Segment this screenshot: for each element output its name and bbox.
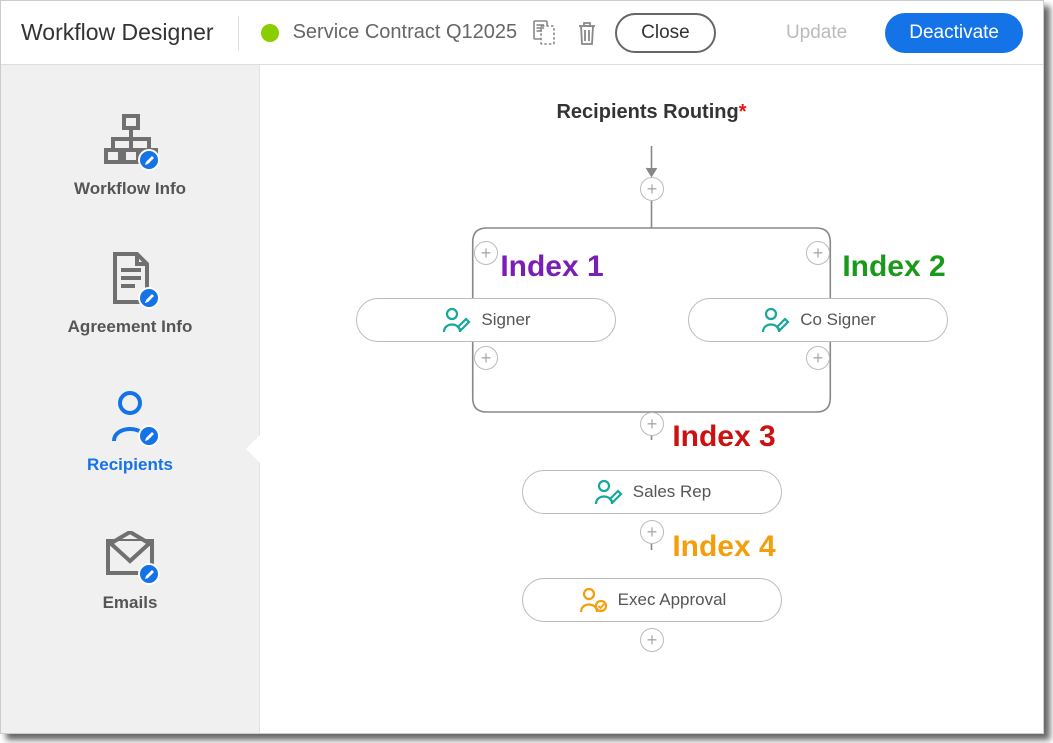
status-indicator-icon xyxy=(261,24,279,42)
recipient-node-salesrep[interactable]: Sales Rep xyxy=(522,470,782,514)
signer-icon xyxy=(593,479,623,505)
workflow-name: Service Contract Q12025 xyxy=(293,21,518,44)
canvas-title: Recipients Routing* xyxy=(260,101,1043,124)
trash-icon[interactable] xyxy=(573,18,601,48)
sidebar-item-label: Agreement Info xyxy=(68,317,193,337)
clone-icon[interactable] xyxy=(531,18,559,48)
recipient-node-signer[interactable]: Signer xyxy=(356,298,616,342)
add-node-button[interactable]: + xyxy=(640,412,664,436)
signer-icon xyxy=(760,307,790,333)
divider xyxy=(238,16,239,50)
index-label-2: Index 2 xyxy=(842,250,945,284)
add-node-button[interactable]: + xyxy=(640,628,664,652)
add-node-button[interactable]: + xyxy=(474,346,498,370)
required-marker: * xyxy=(739,101,747,123)
sidebar-item-workflow-info[interactable]: Workflow Info xyxy=(1,85,259,223)
index-label-3: Index 3 xyxy=(672,420,775,454)
recipient-node-exec[interactable]: Exec Approval xyxy=(522,578,782,622)
node-label: Sales Rep xyxy=(633,482,711,502)
add-node-button[interactable]: + xyxy=(474,241,498,265)
sidebar-item-label: Emails xyxy=(103,593,158,613)
add-node-button[interactable]: + xyxy=(806,346,830,370)
node-label: Exec Approval xyxy=(618,590,727,610)
edit-badge-icon xyxy=(138,425,160,447)
approver-icon xyxy=(578,587,608,613)
node-label: Co Signer xyxy=(800,310,876,330)
edit-badge-icon xyxy=(138,287,160,309)
sidebar: Workflow Info xyxy=(1,65,260,733)
sidebar-item-agreement-info[interactable]: Agreement Info xyxy=(1,223,259,361)
index-label-4: Index 4 xyxy=(672,530,775,564)
edit-badge-icon xyxy=(138,149,160,171)
recipient-node-cosigner[interactable]: Co Signer xyxy=(688,298,948,342)
index-label-1: Index 1 xyxy=(500,250,603,284)
header: Workflow Designer Service Contract Q1202… xyxy=(1,1,1043,65)
add-node-button[interactable]: + xyxy=(806,241,830,265)
update-button: Update xyxy=(762,13,871,53)
add-node-button[interactable]: + xyxy=(640,177,664,201)
signer-icon xyxy=(441,307,471,333)
deactivate-button[interactable]: Deactivate xyxy=(885,13,1023,53)
app-title: Workflow Designer xyxy=(21,19,214,46)
sidebar-item-label: Workflow Info xyxy=(74,179,186,199)
canvas: Recipients Routing* + + Inde xyxy=(260,65,1043,733)
sidebar-item-label: Recipients xyxy=(87,455,173,475)
node-label: Signer xyxy=(481,310,530,330)
flow-diagram: + + Index 1 Signer + + Index 2 Co Signer xyxy=(260,140,1043,700)
edit-badge-icon xyxy=(138,563,160,585)
close-button[interactable]: Close xyxy=(615,13,716,53)
sidebar-item-recipients[interactable]: Recipients xyxy=(1,361,259,499)
add-node-button[interactable]: + xyxy=(640,520,664,544)
sidebar-item-emails[interactable]: Emails xyxy=(1,499,259,637)
